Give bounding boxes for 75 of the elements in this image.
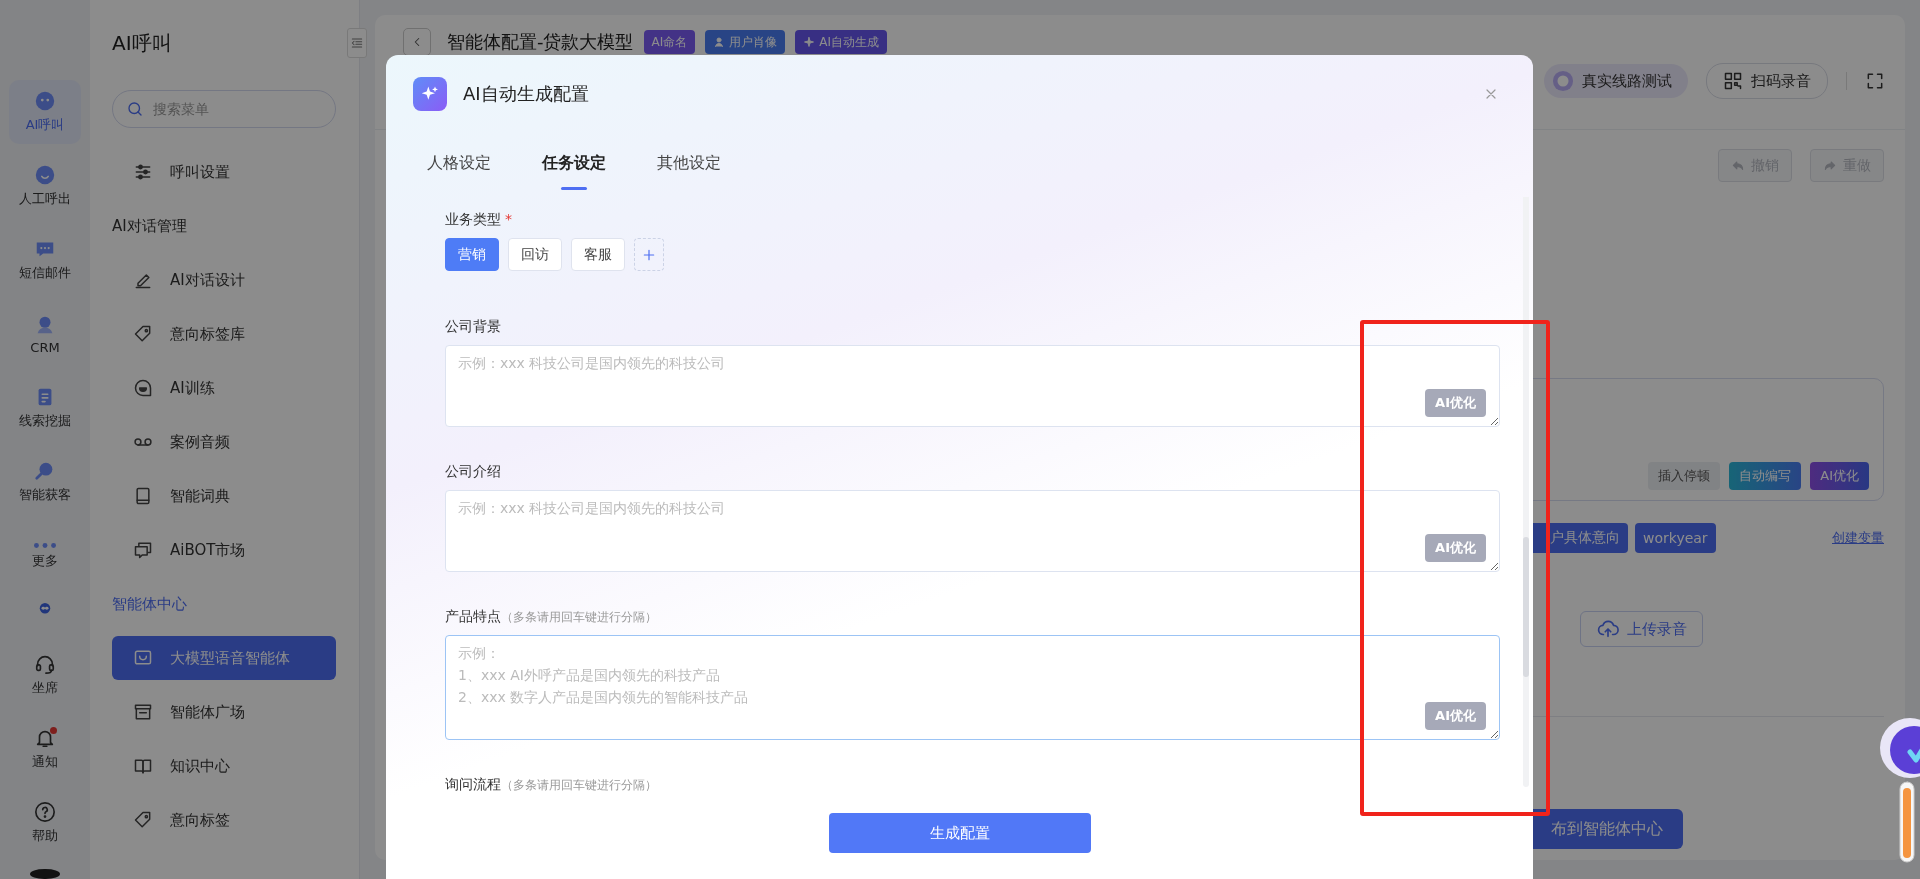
person-icon <box>713 36 726 48</box>
auto-write-button[interactable]: 自动编写 <box>1729 462 1802 490</box>
scrollbar[interactable] <box>1523 197 1529 787</box>
tag-icon <box>133 810 153 830</box>
ai-optimize-button[interactable]: AI优化 <box>1810 462 1869 490</box>
monitor-icon <box>133 648 153 668</box>
nav-rail-item[interactable]: 通知 <box>9 716 81 781</box>
tag-button[interactable]: AI命名 <box>643 30 696 54</box>
field-label: 产品特点（多条请用回车键进行分隔） <box>445 607 658 626</box>
collapse-icon <box>350 36 364 50</box>
sliders-icon <box>133 162 153 182</box>
field-label: 公司介绍 <box>445 462 502 481</box>
sidebar-item[interactable]: AiBOT市场 <box>112 528 336 572</box>
open-book-icon <box>133 756 153 776</box>
section-heading: 智能体中心 <box>112 594 188 615</box>
option-chip[interactable]: 客服 <box>571 238 625 271</box>
tab[interactable]: 任务设定 <box>542 153 606 190</box>
section-heading: AI对话管理 <box>112 216 188 237</box>
option-chip[interactable]: 营销 <box>445 238 499 271</box>
scan-record-button[interactable]: 扫码录音 <box>1706 63 1828 99</box>
nav-rail-item[interactable]: 帮助 <box>9 790 81 855</box>
sidebar-item[interactable]: 案例音频 <box>112 420 336 464</box>
sidebar-item[interactable]: 意向标签库 <box>112 312 336 356</box>
help-icon <box>34 800 56 823</box>
collapse-button[interactable] <box>347 28 367 58</box>
field-label: 询问流程（多条请用回车键进行分隔） <box>445 775 658 794</box>
nav-rail-item[interactable]: 人工呼出 <box>9 154 81 218</box>
tray-icon <box>133 702 153 722</box>
line-test-button[interactable]: 真实线路测试 <box>1544 64 1688 98</box>
dialog-title: AI自动生成配置 <box>463 82 590 106</box>
tag-button[interactable]: AI自动生成 <box>795 30 887 54</box>
tag-button[interactable]: 用户肖像 <box>705 30 786 54</box>
sidebar-item[interactable]: 智能体广场 <box>112 690 336 734</box>
create-variable-link[interactable]: 创建变量 <box>1832 529 1884 547</box>
nav-rail-item[interactable]: 短信邮件 <box>9 228 81 292</box>
dots-icon <box>34 542 56 548</box>
sidebar-item[interactable]: AI对话设计 <box>112 258 336 302</box>
insert-pause-button[interactable]: 插入停顿 <box>1648 462 1721 490</box>
nav-rail-item[interactable]: 智能获客 <box>9 450 81 514</box>
smiley-face-icon <box>34 164 56 186</box>
generate-button[interactable]: 生成配置 <box>828 813 1091 853</box>
upload-recording-button[interactable]: 上传录音 <box>1580 611 1703 647</box>
field-label: 业务类型 * <box>445 210 513 229</box>
nav-rail-item[interactable]: 线索挖掘 <box>9 376 81 440</box>
fullscreen-icon <box>1865 71 1885 91</box>
option-chip[interactable]: 回访 <box>508 238 562 271</box>
nav-rail-item[interactable]: AI呼叫 <box>9 80 81 144</box>
nav-rail-item[interactable]: 更多 <box>9 524 81 588</box>
page-title: 智能体配置-贷款大模型 <box>447 30 634 54</box>
cloud-upload-icon <box>1596 618 1619 640</box>
robot-face-icon <box>34 90 56 112</box>
sidebar-item[interactable]: 知识中心 <box>112 744 336 788</box>
nav-rail-item[interactable]: CRM <box>9 302 81 366</box>
chat-windows-icon <box>133 540 153 560</box>
sidebar-item[interactable]: AI训练 <box>112 366 336 410</box>
book-icon <box>133 486 153 506</box>
tag-icon <box>133 324 153 344</box>
tab[interactable]: 人格设定 <box>427 153 491 190</box>
nav-rail-item[interactable]: 坐席 <box>9 642 81 707</box>
qr-grid-icon <box>1723 71 1743 91</box>
redo-arrow-icon <box>1823 158 1837 173</box>
tab[interactable]: 其他设定 <box>657 153 721 190</box>
sidebar-item[interactable]: 智能词典 <box>112 474 336 518</box>
avatar-circle[interactable] <box>30 868 60 879</box>
variable-tag[interactable]: workyear <box>1635 523 1716 553</box>
sidebar-title: AI呼叫 <box>112 30 173 57</box>
undo-arrow-icon <box>1731 158 1745 173</box>
sparkle-icon <box>803 36 816 48</box>
field-label: 公司背景 <box>445 317 502 336</box>
sidebar-item[interactable]: 呼叫设置 <box>112 150 336 194</box>
search-icon <box>126 100 144 118</box>
sidebar-item[interactable]: 大模型语音智能体 <box>112 636 336 680</box>
add-button[interactable] <box>634 238 664 271</box>
chat-bubble-icon <box>133 378 153 398</box>
sidebar-item[interactable]: 意向标签 <box>112 798 336 842</box>
